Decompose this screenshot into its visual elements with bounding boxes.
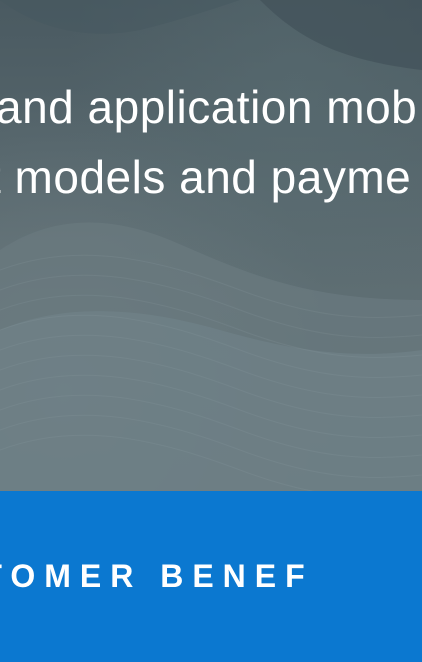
benefits-section-title: STOMER BENEF	[0, 558, 314, 594]
hero-headline-line-1: and application mob	[0, 81, 418, 133]
hero-headline-line-2: t models and payme	[0, 151, 412, 203]
hero-background-image	[0, 0, 422, 491]
page: and application mob t models and payme S…	[0, 0, 422, 662]
hero-banner: and application mob t models and payme	[0, 0, 422, 491]
